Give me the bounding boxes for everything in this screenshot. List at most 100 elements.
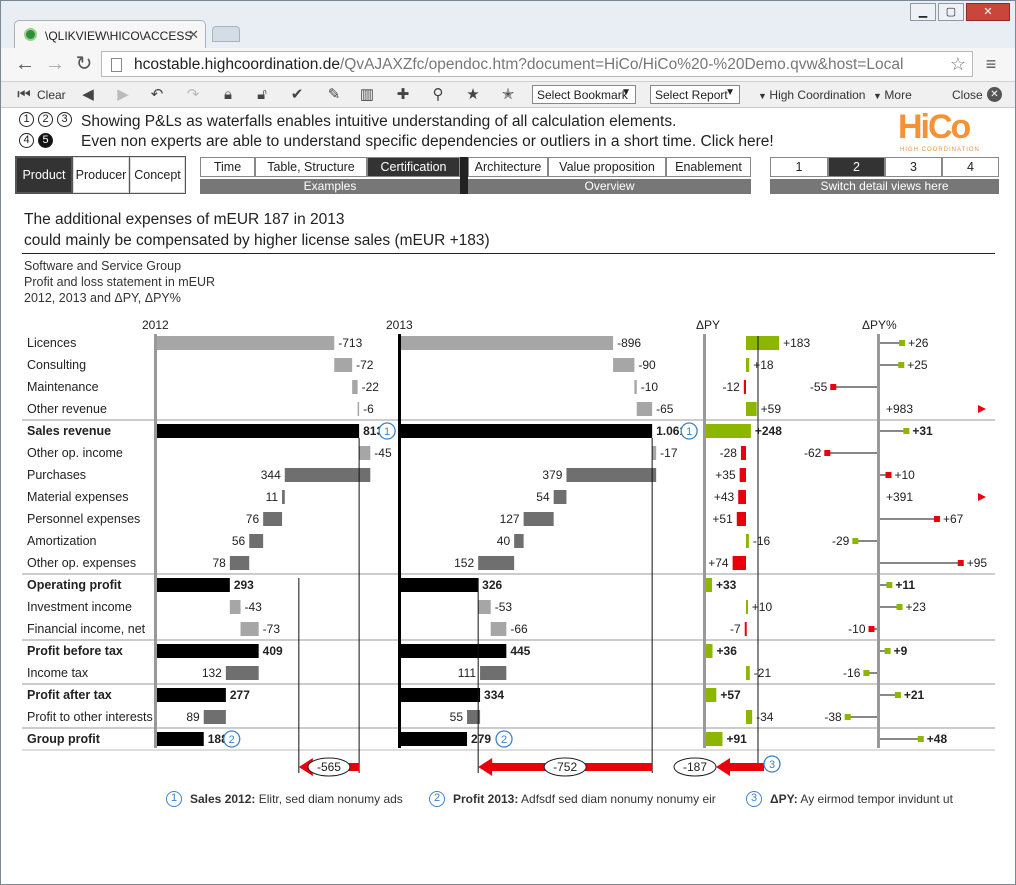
waterfall-bar	[157, 336, 335, 350]
delta-bar	[736, 512, 746, 526]
waterfall-value-label: -72	[356, 358, 374, 372]
waterfall-value-label: -6	[363, 402, 374, 416]
waterfall-value-label: -65	[656, 402, 674, 416]
waterfall-bar	[284, 468, 371, 482]
footnote-2: Profit 2013: Adfsdf sed diam nonumy nonu…	[453, 792, 716, 806]
delta-bar	[746, 666, 750, 680]
footnote-1-marker: 1	[166, 791, 182, 807]
pin-value-label: +23	[906, 600, 927, 614]
delta-bar	[743, 380, 746, 394]
delta-value-label: +51	[712, 512, 733, 526]
marker-number: 1	[686, 426, 692, 438]
waterfall-value-label: 132	[202, 666, 222, 680]
waterfall-value-label: -17	[660, 446, 678, 460]
waterfall-value-label: 127	[500, 512, 520, 526]
arrow-dpy-shaft	[728, 763, 764, 771]
baseline-axis	[398, 334, 401, 748]
waterfall-bar	[401, 732, 468, 746]
waterfall-bar	[634, 380, 637, 394]
waterfall-bar	[157, 732, 204, 746]
overflow-arrow-icon	[978, 493, 986, 501]
footnote-3-title: ΔPY:	[770, 792, 798, 806]
pin-head	[933, 516, 940, 522]
waterfall-bar	[401, 688, 481, 702]
waterfall-value-label: 379	[542, 468, 562, 482]
delta-bar	[746, 710, 753, 724]
delta-value-label: -7	[730, 622, 741, 636]
delta-bar	[706, 424, 751, 438]
delta-value-label: +57	[720, 688, 741, 702]
arrow-dpy-head	[716, 758, 730, 776]
delta-bar	[706, 644, 713, 658]
waterfall-value-label: 409	[263, 644, 283, 658]
delta-bar	[739, 468, 746, 482]
delta-value-label: -34	[756, 710, 774, 724]
delta-bar	[706, 732, 723, 746]
pin-head	[884, 648, 891, 654]
arrow-dpy-label: -187	[683, 760, 707, 774]
waterfall-value-label: -90	[638, 358, 656, 372]
footnote-1-title: Sales 2012:	[190, 792, 256, 806]
delta-value-label: -28	[720, 446, 738, 460]
arrow-2013-label: -752	[553, 760, 577, 774]
pin-value-label: -16	[843, 666, 861, 680]
waterfall-bar	[157, 578, 230, 592]
waterfall-value-label: 334	[484, 688, 504, 702]
pin-value-label: +11	[895, 578, 915, 592]
delta-bar	[744, 622, 747, 636]
waterfall-value-label: 55	[450, 710, 464, 724]
pin-head	[863, 670, 870, 676]
delta-value-label: -21	[754, 666, 772, 680]
waterfall-bar	[334, 358, 353, 372]
waterfall-bar	[282, 490, 285, 504]
delta-bar	[732, 556, 746, 570]
delta-value-label: +183	[783, 336, 810, 350]
footnote-3-text: Ay eirmod tempor invidunt ut	[800, 792, 953, 806]
waterfall-bar	[229, 600, 241, 614]
waterfall-bar	[490, 622, 507, 636]
waterfall-bar	[157, 424, 360, 438]
delta-axis	[703, 334, 706, 748]
waterfall-bar	[229, 556, 250, 570]
waterfall-bar	[636, 402, 653, 416]
pin-head	[852, 538, 859, 544]
waterfall-bar	[203, 710, 226, 724]
pin-head	[844, 714, 851, 720]
pin-head	[917, 736, 924, 742]
pin-head	[824, 450, 831, 456]
delta-bar	[740, 446, 746, 460]
pin-head	[903, 428, 910, 434]
overflow-arrow-icon	[978, 405, 986, 413]
delta-bar	[738, 490, 746, 504]
delta-value-label: +10	[752, 600, 773, 614]
pin-value-label: +31	[912, 424, 933, 438]
waterfall-value-label: -43	[245, 600, 263, 614]
waterfall-value-label: 40	[497, 534, 511, 548]
waterfall-bar	[263, 512, 283, 526]
waterfall-value-label: 78	[212, 556, 226, 570]
waterfall-bar	[401, 578, 479, 592]
delta-value-label: +74	[708, 556, 729, 570]
waterfall-bar	[478, 600, 491, 614]
waterfall-bar	[478, 556, 515, 570]
waterfall-bar	[514, 534, 524, 548]
waterfall-value-label: 11	[266, 490, 279, 504]
pin-head	[957, 560, 964, 566]
delta-value-label: +33	[716, 578, 737, 592]
delta-value-label: +91	[726, 732, 747, 746]
waterfall-value-label: -713	[338, 336, 362, 350]
waterfall-bar	[401, 644, 507, 658]
waterfall-value-label: 293	[234, 578, 254, 592]
pin-head	[896, 604, 903, 610]
pin-head	[899, 340, 906, 346]
waterfall-value-label: -22	[362, 380, 380, 394]
waterfall-bar	[523, 512, 554, 526]
marker-number: 1	[384, 426, 390, 438]
pin-value-label: -29	[832, 534, 850, 548]
waterfall-chart: -713-72-22-6813 1-4534411765678293-43-734…	[22, 334, 995, 777]
waterfall-value-label: 277	[230, 688, 250, 702]
pin-value-label: -62	[804, 446, 822, 460]
delta-bar	[706, 688, 717, 702]
pin-head	[868, 626, 875, 632]
baseline-axis	[154, 334, 157, 748]
